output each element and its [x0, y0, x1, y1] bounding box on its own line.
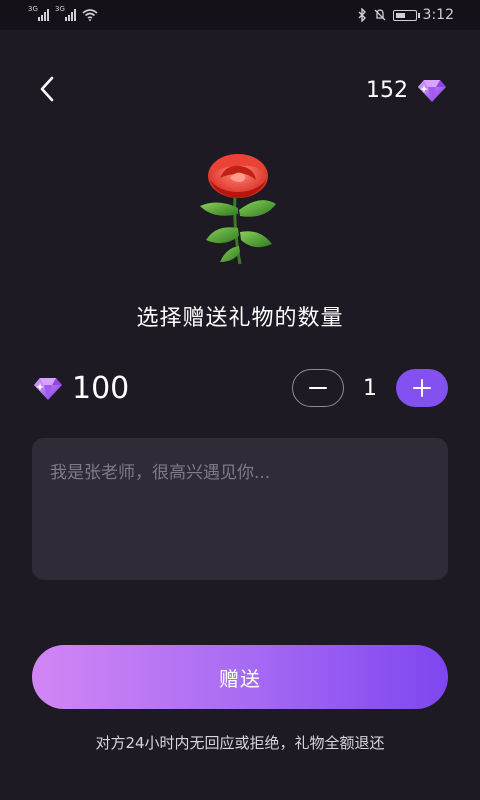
diamond-balance: 152: [366, 74, 448, 106]
battery-icon: [392, 9, 420, 21]
rose-icon: [200, 154, 276, 265]
wifi-icon: [82, 9, 98, 21]
status-right: 3:12: [357, 7, 454, 23]
diamond-icon: [418, 80, 446, 102]
gift-price: 100: [32, 368, 129, 408]
plus-icon-vertical: [420, 379, 424, 397]
signal-icon: 3G: [55, 5, 76, 21]
mute-icon: [374, 9, 386, 21]
back-button[interactable]: [32, 74, 62, 104]
quantity-stepper: 1: [292, 368, 448, 408]
status-time: 3:12: [422, 7, 454, 23]
bluetooth-icon: [358, 8, 366, 22]
chevron-left-icon: [40, 76, 54, 102]
message-input[interactable]: [32, 438, 448, 580]
minus-icon: [309, 386, 327, 390]
signal-icon: 3G: [28, 5, 49, 21]
price-value: 100: [72, 370, 130, 406]
increase-button[interactable]: [396, 369, 448, 407]
refund-notice: 对方24小时内无回应或拒绝，礼物全额退还: [95, 734, 385, 752]
signal-tag: 3G: [28, 5, 38, 13]
signal-tag: 3G: [55, 5, 65, 13]
decrease-button[interactable]: [292, 369, 344, 407]
status-bar: 3G 3G 3:12: [0, 0, 480, 30]
balance-value: 152: [366, 77, 408, 103]
diamond-icon: [34, 378, 62, 400]
send-button[interactable]: 赠送: [32, 645, 448, 709]
quantity-value: 1: [363, 375, 377, 401]
gift-send-screen: 3G 3G 3:12 152 选择赠送礼物的数量 100 1 我是张老师，很高兴…: [0, 0, 480, 800]
page-title: 选择赠送礼物的数量: [136, 306, 344, 331]
status-left: 3G 3G: [28, 5, 98, 21]
